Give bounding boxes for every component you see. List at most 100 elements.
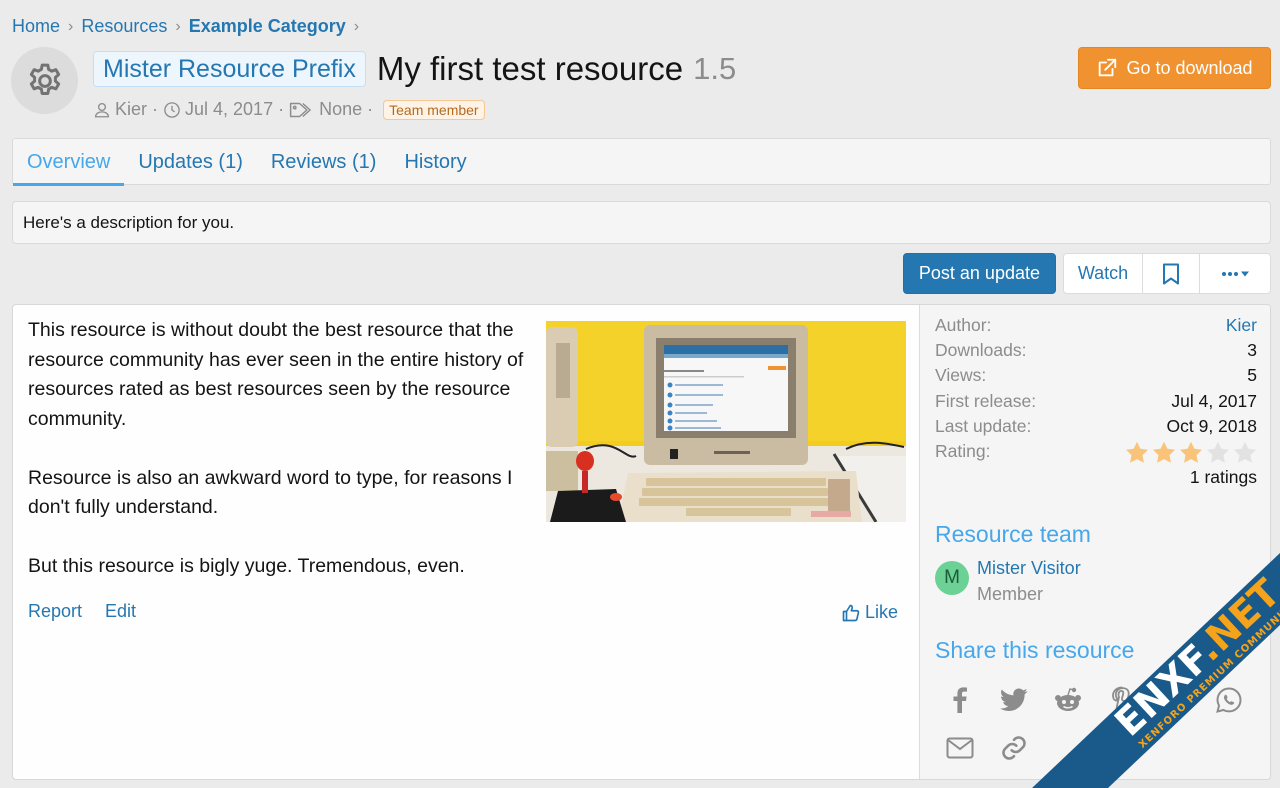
- resource-meta: Kier · Jul 4, 2017 · None · Team member: [93, 99, 485, 120]
- email-icon: [946, 737, 974, 759]
- external-link-icon: [1099, 58, 1117, 77]
- resource-description: Here's a description for you.: [12, 201, 1271, 244]
- tags-value: None: [319, 99, 363, 119]
- tab-reviews[interactable]: Reviews (1): [257, 139, 391, 185]
- report-link[interactable]: Report: [28, 601, 82, 622]
- rating-count: 1 ratings: [1189, 467, 1257, 487]
- tab-updates[interactable]: Updates (1): [124, 139, 257, 185]
- author-link[interactable]: Kier: [1226, 315, 1257, 336]
- breadcrumb: Home › Resources › Example Category ›: [12, 16, 367, 37]
- share-pinterest[interactable]: [1107, 685, 1137, 715]
- download-label: Go to download: [1126, 57, 1253, 78]
- resource-body-text: This resource is without doubt the best …: [28, 316, 533, 611]
- info-row-views: Views: 5: [935, 365, 1257, 386]
- info-label: Downloads:: [935, 340, 1027, 360]
- avatar[interactable]: M: [935, 561, 969, 595]
- resource-prefix[interactable]: Mister Resource Prefix: [93, 51, 366, 87]
- more-options-button[interactable]: [1200, 254, 1270, 293]
- info-value: 3: [1247, 340, 1257, 360]
- rating-stars: [1125, 441, 1257, 464]
- share-twitter[interactable]: [999, 685, 1029, 715]
- button-group: Watch: [1063, 253, 1271, 294]
- share-whatsapp[interactable]: [1214, 685, 1244, 715]
- post-update-button[interactable]: Post an update: [902, 253, 1056, 294]
- chevron-right-icon: ›: [175, 17, 181, 35]
- resource-team-heading: Resource team: [935, 521, 1091, 547]
- info-label: Last update:: [935, 416, 1032, 436]
- retro-computer-illustration: [546, 321, 906, 522]
- chevron-right-icon: ›: [353, 17, 360, 35]
- resource-body-card: This resource is without doubt the best …: [12, 304, 1271, 780]
- reddit-icon: [1055, 687, 1081, 711]
- info-value: Oct 9, 2018: [1166, 416, 1257, 436]
- version-string: 1.5: [693, 51, 737, 86]
- info-label: Author:: [935, 315, 992, 335]
- clock-icon: [164, 101, 180, 118]
- separator: ·: [278, 99, 285, 119]
- whatsapp-icon: [1216, 687, 1242, 713]
- date-link[interactable]: Jul 4, 2017: [185, 99, 273, 120]
- post-actions: Report Edit: [28, 601, 159, 622]
- info-label: Rating:: [935, 441, 991, 461]
- user-icon: [94, 102, 110, 117]
- star-filled-icon: [1126, 441, 1148, 463]
- go-to-download-button[interactable]: Go to download: [1078, 47, 1271, 89]
- paragraph: But this resource is bigly yuge. Tremend…: [28, 555, 465, 577]
- gear-icon: [29, 63, 60, 95]
- bookmark-icon: [1163, 263, 1179, 284]
- edit-link[interactable]: Edit: [105, 601, 136, 622]
- info-value: Jul 4, 2017: [1171, 391, 1257, 411]
- team-member-name[interactable]: Mister Visitor: [977, 558, 1081, 579]
- facebook-icon: [953, 687, 967, 713]
- resource-image[interactable]: [546, 321, 906, 522]
- share-email[interactable]: [945, 733, 975, 763]
- ellipsis-dropdown-icon: [1222, 271, 1249, 276]
- star-empty-icon: [1207, 441, 1229, 463]
- watch-button[interactable]: Watch: [1064, 254, 1143, 293]
- share-reddit[interactable]: [1053, 685, 1083, 715]
- share-heading: Share this resource: [935, 637, 1135, 663]
- info-row-rating: Rating:: [935, 441, 1257, 464]
- author-link[interactable]: Kier: [115, 99, 147, 120]
- title-row: Mister Resource Prefix My first test res…: [93, 50, 736, 88]
- star-filled-icon: [1180, 441, 1202, 463]
- info-label: Views:: [935, 365, 987, 385]
- info-row-first-release: First release: Jul 4, 2017: [935, 391, 1257, 412]
- info-row-downloads: Downloads: 3: [935, 340, 1257, 361]
- star-filled-icon: [1153, 441, 1175, 463]
- separator: ·: [367, 99, 374, 119]
- chevron-right-icon: ›: [68, 17, 74, 35]
- resource-content: This resource is without doubt the best …: [13, 305, 919, 779]
- info-value: 5: [1247, 365, 1257, 385]
- tags-icon: [289, 102, 311, 117]
- link-icon: [1002, 736, 1026, 760]
- resource-tabs: Overview Updates (1) Reviews (1) History: [12, 138, 1271, 186]
- share-facebook[interactable]: [945, 685, 975, 715]
- twitter-icon: [1000, 688, 1028, 711]
- resource-sidebar: Author: Kier Downloads: 3 Views: 5 First…: [919, 305, 1270, 779]
- like-label: Like: [865, 602, 899, 622]
- info-row-author: Author: Kier: [935, 315, 1257, 336]
- resource-actions: Post an update Watch: [902, 253, 1271, 294]
- share-link[interactable]: [999, 733, 1029, 763]
- paragraph: This resource is without doubt the best …: [28, 319, 524, 430]
- team-member-role: Member: [977, 584, 1044, 604]
- resource-icon: [11, 47, 78, 114]
- info-row-last-update: Last update: Oct 9, 2018: [935, 416, 1257, 437]
- breadcrumb-resources[interactable]: Resources: [81, 16, 167, 37]
- info-label: First release:: [935, 391, 1037, 411]
- paragraph: Resource is also an awkward word to type…: [28, 466, 513, 519]
- page-title: My first test resource: [376, 50, 684, 87]
- star-empty-icon: [1234, 441, 1256, 463]
- team-member-badge: Team member: [383, 99, 485, 120]
- breadcrumb-category[interactable]: Example Category: [189, 16, 346, 37]
- separator: ·: [152, 99, 159, 119]
- breadcrumb-home[interactable]: Home: [12, 16, 60, 37]
- bookmark-button[interactable]: [1143, 254, 1200, 293]
- info-row-rating-count: 1 ratings: [935, 467, 1257, 488]
- like-button[interactable]: Like: [842, 602, 898, 623]
- tab-overview[interactable]: Overview: [13, 139, 125, 186]
- thumbs-up-icon: [842, 604, 860, 621]
- pinterest-icon: [1112, 686, 1130, 713]
- tab-history[interactable]: History: [390, 139, 480, 185]
